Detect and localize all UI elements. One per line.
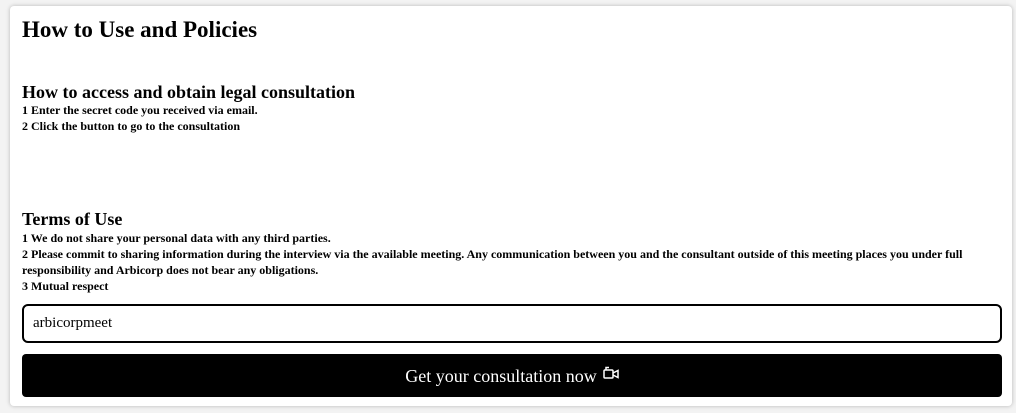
- access-step: 1 Enter the secret code you received via…: [22, 103, 258, 117]
- get-consultation-label: Get your consultation now: [405, 365, 597, 386]
- terms-item: 1 We do not share your personal data wit…: [22, 231, 331, 245]
- policies-card: How to Use and Policies How to access an…: [10, 6, 1012, 406]
- terms-list: 1 We do not share your personal data wit…: [22, 230, 997, 294]
- access-section-heading: How to access and obtain legal consultat…: [22, 82, 356, 102]
- page-title: How to Use and Policies: [22, 17, 258, 42]
- access-step: 2 Click the button to go to the consulta…: [22, 119, 241, 133]
- get-consultation-button[interactable]: Get your consultation now: [22, 354, 1002, 397]
- terms-item: 2 Please commit to sharing information d…: [22, 247, 963, 277]
- video-camera-icon: [602, 366, 619, 380]
- secret-code-input[interactable]: [22, 304, 1002, 343]
- access-steps-list: 1 Enter the secret code you received via…: [22, 102, 997, 134]
- terms-section-heading: Terms of Use: [22, 209, 123, 229]
- terms-item: 3 Mutual respect: [22, 279, 109, 293]
